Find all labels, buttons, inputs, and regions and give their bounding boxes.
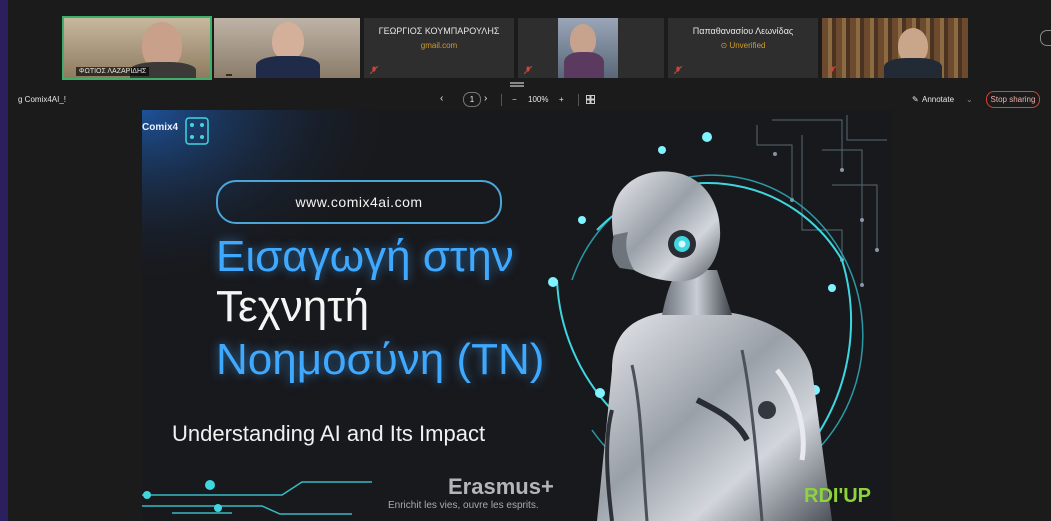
annotate-dropdown-icon[interactable]: ⌄ [966, 95, 973, 104]
document-name: g Comix4AI_! [18, 95, 67, 104]
mic-muted-icon [370, 66, 378, 74]
participant-tile-video[interactable] [822, 18, 968, 78]
page-number-field[interactable]: 1 [463, 92, 481, 107]
participant-strip-next-button[interactable] [1040, 30, 1051, 46]
grid-view-icon[interactable] [586, 95, 595, 104]
participant-name: ΓΕΩΡΓΙΟΣ ΚΟΥΜΠΑΡΟΥΛΗΣ [378, 26, 500, 36]
zoom-level: 100% [528, 95, 549, 104]
mic-muted-icon [524, 66, 532, 74]
erasmus-logo: Erasmus+ [448, 474, 554, 499]
annotate-icon: ✎ [912, 95, 919, 104]
mic-muted-icon [828, 66, 836, 74]
rdi-up-logo: RDI'UP [804, 485, 871, 507]
erasmus-tagline: Enrichit les vies, ouvre les esprits. [388, 500, 539, 511]
slide-title-line3: Νοημοσύνη (ΤΝ) [216, 335, 545, 384]
participant-tile-video[interactable] [518, 18, 664, 78]
mic-muted-icon [674, 66, 682, 74]
robot-illustration [597, 171, 832, 521]
slide-title-line2: Τεχνητή [216, 282, 370, 331]
circuit-lines-icon [142, 481, 372, 515]
participant-name-label: ΦΩΤΙΟΣ ΛΑΖΑΡΙΔΗΣ [76, 67, 150, 76]
stop-sharing-button[interactable]: Stop sharing [986, 91, 1040, 108]
toolbar-divider [501, 94, 502, 106]
participant-tile-name[interactable]: ΓΕΩΡΓΙΟΣ ΚΟΥΜΠΑΡΟΥΛΗΣ gmail.com [364, 18, 514, 78]
participant-tile-video[interactable] [214, 18, 360, 78]
annotate-button[interactable]: Annotate [922, 95, 954, 104]
slide-logo: Comix4 [142, 122, 179, 133]
slide-subtitle: Understanding AI and Its Impact [172, 421, 486, 446]
slide-url: www.comix4ai.com [216, 180, 502, 224]
prev-page-button[interactable]: ‹ [440, 93, 443, 104]
unverified-icon: ⊙ [720, 41, 728, 50]
slide-title-line1: Εισαγωγή στην [216, 232, 514, 281]
zoom-out-button[interactable]: − [512, 95, 517, 104]
toolbar-divider [578, 94, 579, 106]
participant-email: gmail.com [420, 41, 458, 50]
share-toolbar: g Comix4AI_! ‹ 1 › − 100% + ✎ Annotate ⌄… [8, 88, 1051, 112]
participant-name: Παπαθανασίου Λεωνίδας [692, 26, 794, 36]
drag-handle-icon[interactable] [510, 82, 524, 84]
shared-slide: Comix4 www.comix4ai.com Εισαγωγή στην Τε… [142, 110, 892, 521]
next-page-button[interactable]: › [484, 93, 487, 104]
participant-tile-name[interactable]: Παπαθανασίου Λεωνίδας ⊙ Unverified [668, 18, 818, 78]
participant-tile-video[interactable]: ΦΩΤΙΟΣ ΛΑΖΑΡΙΔΗΣ [62, 16, 212, 80]
participant-name-label [226, 74, 232, 76]
participant-unverified-label: ⊙ Unverified [720, 41, 766, 50]
zoom-in-button[interactable]: + [559, 95, 564, 104]
